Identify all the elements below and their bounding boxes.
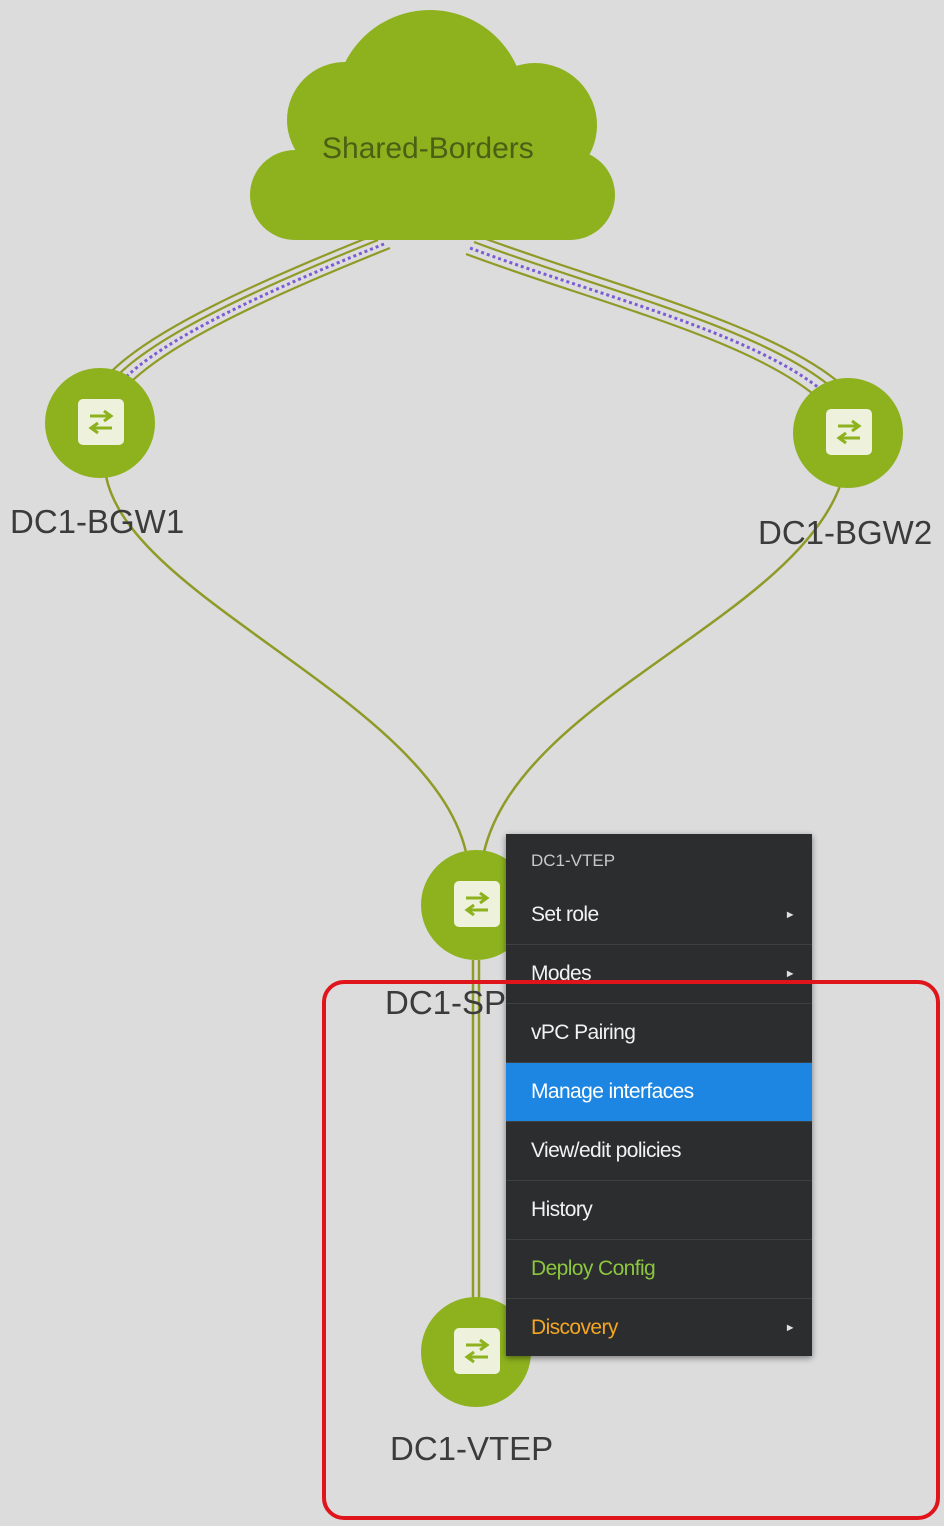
menu-item-label: Set role xyxy=(531,903,599,926)
switch-icon xyxy=(826,409,872,455)
link-cloud-bgw1[interactable] xyxy=(107,234,391,388)
cloud-label: Shared-Borders xyxy=(322,132,534,165)
shared-borders-cloud[interactable] xyxy=(250,10,615,240)
link-cloud-bgw2[interactable] xyxy=(465,234,837,399)
menu-item-set-role[interactable]: Set role ► xyxy=(506,886,812,944)
context-menu-header: DC1-VTEP xyxy=(531,851,616,870)
node-dc1-bgw2[interactable] xyxy=(793,378,903,488)
node-label-dc1-bgw2: DC1-BGW2 xyxy=(758,514,933,551)
node-label-dc1-bgw1: DC1-BGW1 xyxy=(10,503,185,540)
node-dc1-bgw1[interactable] xyxy=(45,368,155,478)
switch-icon xyxy=(454,881,500,927)
submenu-arrow-icon: ► xyxy=(784,909,796,921)
switch-icon xyxy=(78,399,124,445)
highlight-box xyxy=(322,980,940,1520)
